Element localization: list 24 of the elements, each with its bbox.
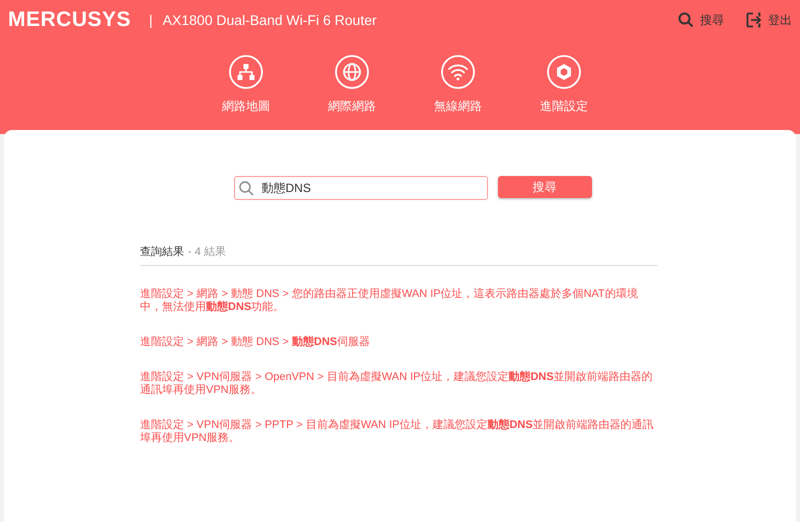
network-map-icon	[229, 55, 263, 89]
separator: |	[149, 12, 153, 28]
search-icon	[238, 181, 254, 196]
search-result-link[interactable]: 進階設定 > 網路 > 動態 DNS > 您的路由器正使用虛擬WAN IP位址，這表示路由器處於多個NAT的環境中，無法使用動態DNS功能。	[140, 288, 658, 314]
router-model: AX1800 Dual-Band Wi-Fi 6 Router	[162, 12, 377, 28]
search-icon	[678, 12, 694, 28]
nav-item[interactable]: 進階設定	[511, 55, 617, 115]
search-button[interactable]: 搜尋	[498, 176, 592, 198]
search-field[interactable]: 動態DNS	[234, 176, 488, 200]
results-title: 查詢結果	[140, 245, 184, 259]
nav-item[interactable]: 網路地圖	[193, 55, 299, 115]
search-result-link[interactable]: 進階設定 > 網路 > 動態 DNS > 動態DNS伺服器	[140, 336, 658, 349]
nav-item[interactable]: 無線網路	[405, 55, 511, 115]
search-result-link[interactable]: 進階設定 > VPN伺服器 > PPTP > 目前為虛擬WAN IP位址，建議您設定動態DNS並開啟前端路由器的通訊埠再使用VPN服務。	[140, 419, 658, 445]
logout-icon	[746, 12, 762, 28]
globe-icon	[335, 55, 369, 89]
search-result-link[interactable]: 進階設定 > VPN伺服器 > OpenVPN > 目前為虛擬WAN IP位址，建議您設定動態DNS並開啟前端路由器的通訊埠再使用VPN服務。	[140, 371, 658, 397]
wifi-icon	[441, 55, 475, 89]
search-button[interactable]: 搜尋	[678, 12, 724, 28]
logout-button[interactable]: 登出	[746, 12, 792, 28]
brand-logo: MERCUSYS	[8, 8, 132, 32]
gear-icon	[547, 55, 581, 89]
nav-item[interactable]: 網際網路	[299, 55, 405, 115]
results-count: - 4 結果	[188, 245, 226, 259]
